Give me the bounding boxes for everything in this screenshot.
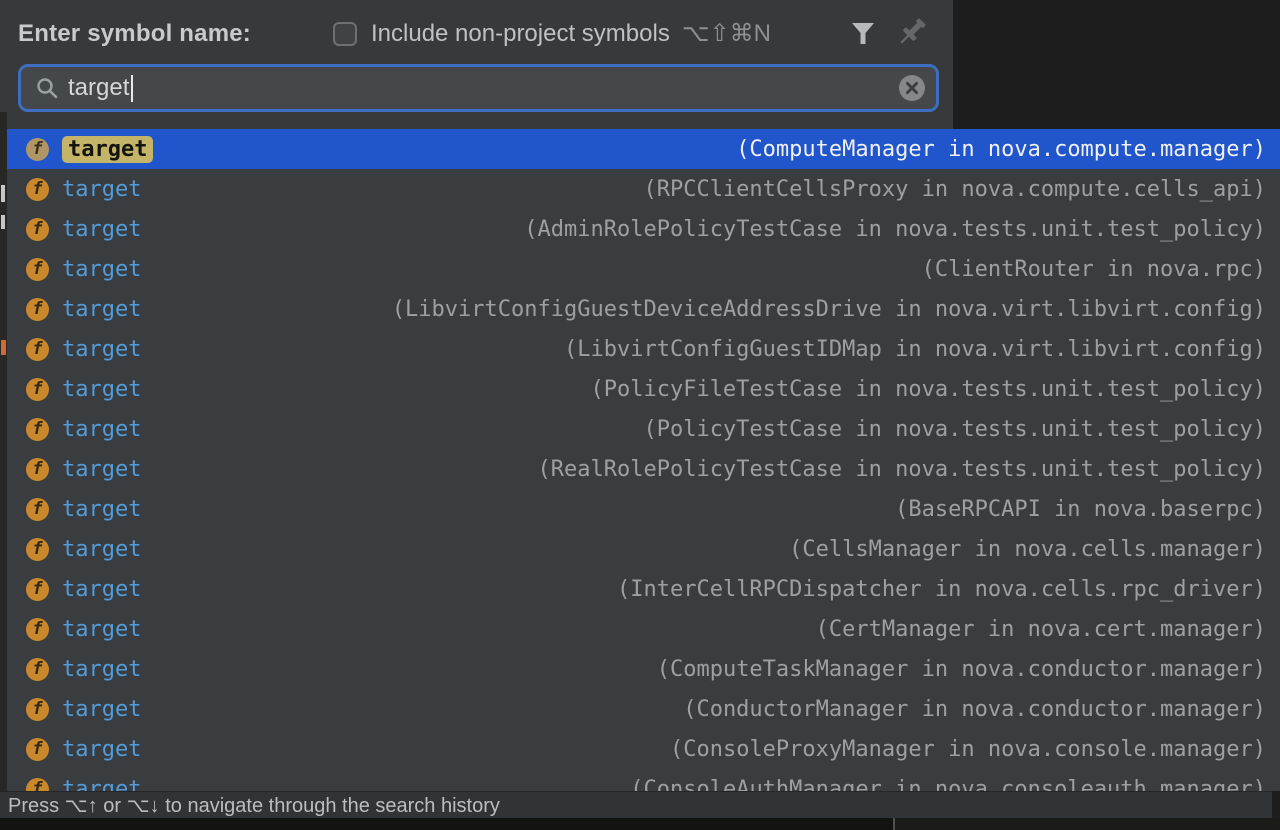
symbol-name: target [62,697,141,722]
symbol-location: (PolicyFileTestCase in nova.tests.unit.t… [590,377,1266,402]
symbol-name: target [62,577,141,602]
function-icon: f [26,498,49,521]
include-non-project-group: Include non-project symbols ⌥⇧⌘N [333,19,771,48]
include-non-project-label: Include non-project symbols [371,20,670,48]
symbol-location: (InterCellRPCDispatcher in nova.cells.rp… [617,577,1266,602]
symbol-location: (RPCClientCellsProxy in nova.compute.cel… [643,177,1266,202]
function-icon: f [26,298,49,321]
symbol-name: target [62,177,141,202]
function-icon: f [26,418,49,441]
list-item[interactable]: f target (AdminRolePolicyTestCase in nov… [7,209,1280,249]
list-item[interactable]: f target (InterCellRPCDispatcher in nova… [7,569,1280,609]
function-icon: f [26,458,49,481]
include-non-project-checkbox[interactable] [333,22,357,46]
symbol-location: (BaseRPCAPI in nova.baserpc) [895,497,1266,522]
function-icon: f [26,258,49,281]
list-item[interactable]: f target (ClientRouter in nova.rpc) [7,249,1280,289]
goto-symbol-popup: Enter symbol name: Include non-project s… [0,0,1280,830]
dialog-header: Enter symbol name: Include non-project s… [0,0,953,129]
dialog-title: Enter symbol name: [18,20,251,48]
symbol-location: (ConsoleAuthManager in nova.consoleauth.… [630,777,1266,792]
function-icon: f [26,778,49,792]
function-icon: f [26,338,49,361]
search-input[interactable]: target [18,64,939,112]
function-icon: f [26,538,49,561]
editor-guide-line [893,818,895,830]
function-icon: f [26,178,49,201]
function-icon: f [26,378,49,401]
symbol-results-list[interactable]: f target (ComputeManager in nova.compute… [7,129,1280,791]
symbol-location: (ConsoleProxyManager in nova.console.man… [670,737,1266,762]
function-icon: f [26,218,49,241]
text-caret [131,75,133,102]
function-icon: f [26,658,49,681]
symbol-location: (LibvirtConfigGuestDeviceAddressDrive in… [392,297,1266,322]
editor-fragment [1,340,6,355]
symbol-name: target [62,377,141,402]
symbol-name: target [62,257,141,282]
function-icon: f [26,738,49,761]
symbol-location: (AdminRolePolicyTestCase in nova.tests.u… [524,217,1266,242]
pin-icon[interactable] [895,15,929,49]
symbol-location: (LibvirtConfigGuestIDMap in nova.virt.li… [564,337,1266,362]
list-item[interactable]: f target (ComputeTaskManager in nova.con… [7,649,1280,689]
symbol-name: target [62,657,141,682]
list-item[interactable]: f target (RPCClientCellsProxy in nova.co… [7,169,1280,209]
symbol-name: target [62,617,141,642]
list-item[interactable]: f target (PolicyTestCase in nova.tests.u… [7,409,1280,449]
clear-search-icon[interactable] [898,74,926,102]
editor-fragment [1,187,5,202]
symbol-location: (CertManager in nova.cert.manager) [816,617,1266,642]
symbol-name: target [62,777,141,792]
list-item[interactable]: f target (PolicyFileTestCase in nova.tes… [7,369,1280,409]
list-item[interactable]: f target (LibvirtConfigGuestDeviceAddres… [7,289,1280,329]
symbol-location: (RealRolePolicyTestCase in nova.tests.un… [538,457,1266,482]
list-item[interactable]: f target (BaseRPCAPI in nova.baserpc) [7,489,1280,529]
list-item[interactable]: f target (LibvirtConfigGuestIDMap in nov… [7,329,1280,369]
symbol-name: target [62,457,141,482]
symbol-name: target [62,417,141,442]
bottom-edge [0,818,1280,830]
status-bar: Press ⌥↑ or ⌥↓ to navigate through the s… [0,791,1272,818]
function-icon: f [26,698,49,721]
symbol-location: (ComputeTaskManager in nova.conductor.ma… [657,657,1266,682]
symbol-location: (ComputeManager in nova.compute.manager) [736,137,1266,162]
symbol-location: (ClientRouter in nova.rpc) [922,257,1266,282]
list-item[interactable]: f target (ConsoleAuthManager in nova.con… [7,769,1280,791]
symbol-name: target [62,297,141,322]
editor-fragment [1,215,5,229]
list-item[interactable]: f target (ConductorManager in nova.condu… [7,689,1280,729]
symbol-name: target [62,737,141,762]
function-icon: f [26,618,49,641]
function-icon: f [26,578,49,601]
symbol-name: target [62,537,141,562]
list-item[interactable]: f target (CertManager in nova.cert.manag… [7,609,1280,649]
symbol-name: target [62,217,141,242]
list-item[interactable]: f target (CellsManager in nova.cells.man… [7,529,1280,569]
symbol-name: target [62,497,141,522]
function-icon: f [26,138,49,161]
symbol-location: (PolicyTestCase in nova.tests.unit.test_… [643,417,1266,442]
symbol-name: target [62,337,141,362]
symbol-name: target [62,136,153,163]
editor-edge-strip [0,112,7,791]
symbol-location: (CellsManager in nova.cells.manager) [789,537,1266,562]
list-item[interactable]: f target (ConsoleProxyManager in nova.co… [7,729,1280,769]
list-item[interactable]: f target (RealRolePolicyTestCase in nova… [7,449,1280,489]
search-value: target [68,74,129,102]
include-non-project-shortcut: ⌥⇧⌘N [682,19,771,48]
symbol-location: (ConductorManager in nova.conductor.mana… [683,697,1266,722]
status-hint-text: Press ⌥↑ or ⌥↓ to navigate through the s… [8,793,500,818]
search-icon [35,76,59,100]
list-item[interactable]: f target (ComputeManager in nova.compute… [7,129,1280,169]
filter-icon[interactable] [849,21,877,47]
